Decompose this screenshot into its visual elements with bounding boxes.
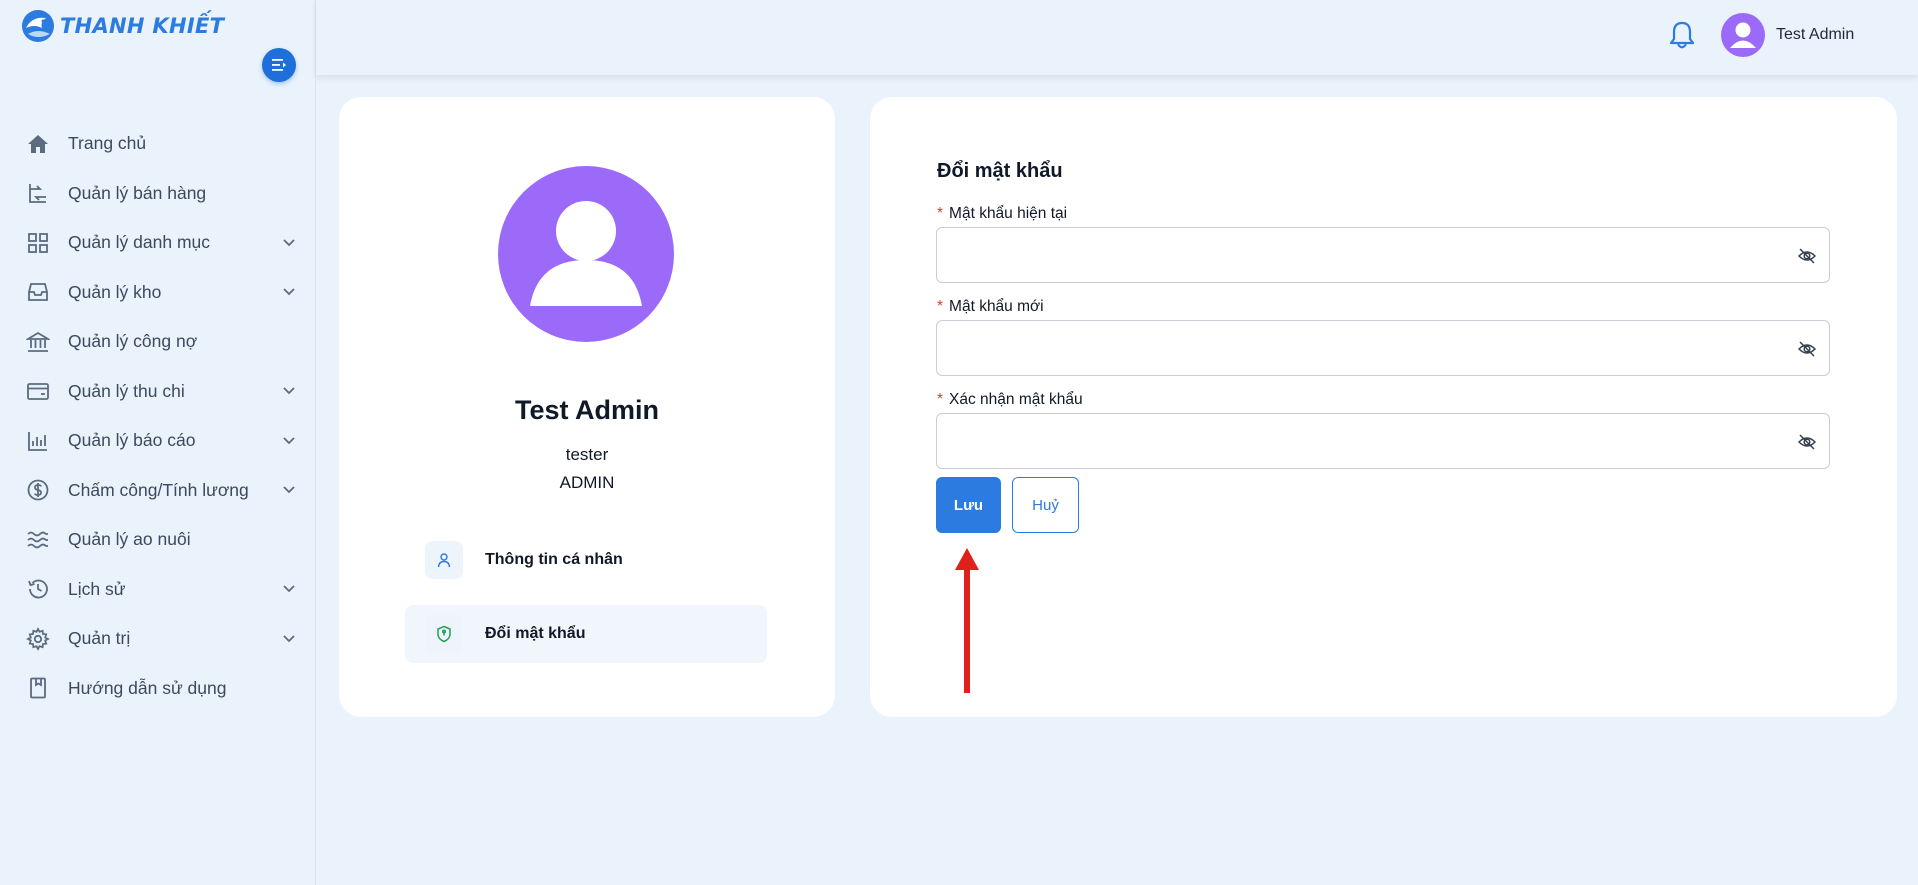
sidebar-item-payroll[interactable]: Chấm công/Tính lương xyxy=(0,466,316,516)
chevron-down-icon xyxy=(282,483,296,497)
user-avatar-icon xyxy=(530,201,642,306)
profile-menu-personal-info[interactable]: Thông tin cá nhân xyxy=(405,531,767,589)
grid-icon xyxy=(26,231,50,255)
sidebar-item-label: Quản trị xyxy=(68,628,131,649)
notification-bell-icon[interactable] xyxy=(1668,20,1696,50)
wallet-icon xyxy=(26,379,50,403)
inbox-icon xyxy=(26,280,50,304)
user-avatar-icon xyxy=(1730,22,1756,48)
save-button[interactable]: Lưu xyxy=(936,477,1001,533)
cancel-button[interactable]: Huỷ xyxy=(1012,477,1079,533)
field-label-text: Xác nhận mật khẩu xyxy=(949,391,1083,408)
sidebar-item-income-expense[interactable]: Quản lý thu chi xyxy=(0,367,316,417)
required-asterisk: * xyxy=(937,391,944,408)
history-icon xyxy=(26,577,50,601)
new-password-label: * Mật khẩu mới xyxy=(937,298,1044,316)
confirm-password-label: * Xác nhận mật khẩu xyxy=(937,391,1083,409)
profile-avatar xyxy=(498,166,674,342)
sidebar: THANH KHIẾT Trang chủ Quản lý bán hàng Q… xyxy=(0,0,316,885)
sidebar-item-history[interactable]: Lịch sử xyxy=(0,565,316,615)
home-icon xyxy=(26,132,50,156)
menu-collapse-icon xyxy=(272,59,286,71)
sidebar-item-label: Lịch sử xyxy=(68,578,126,599)
header-avatar[interactable] xyxy=(1721,13,1765,57)
chevron-down-icon xyxy=(282,236,296,250)
profile-username: tester xyxy=(565,445,609,464)
sidebar-item-sales[interactable]: Quản lý bán hàng xyxy=(0,169,316,219)
profile-role: ADMIN xyxy=(559,473,615,492)
sidebar-item-guide[interactable]: Hướng dẫn sử dụng xyxy=(0,664,316,714)
change-password-card: Đổi mật khẩu * Mật khẩu hiện tại * Mật khẩ… xyxy=(870,97,1897,717)
new-password-input[interactable] xyxy=(937,321,1777,375)
brand-name: THANH KHIẾT xyxy=(60,14,225,38)
eye-off-icon[interactable] xyxy=(1797,246,1817,266)
red-annotation-arrow-icon xyxy=(955,548,979,693)
gear-icon xyxy=(26,626,50,651)
sidebar-item-home[interactable]: Trang chủ xyxy=(0,119,316,169)
sidebar-nav: Trang chủ Quản lý bán hàng Quản lý danh … xyxy=(0,119,316,713)
eye-off-icon[interactable] xyxy=(1797,432,1817,452)
user-icon xyxy=(425,541,463,579)
waves-icon xyxy=(26,528,50,552)
current-password-input[interactable] xyxy=(937,228,1777,282)
current-password-field[interactable] xyxy=(936,227,1830,283)
sidebar-item-label: Quản lý bán hàng xyxy=(68,182,207,203)
profile-menu-label: Thông tin cá nhân xyxy=(485,551,623,568)
sidebar-item-label: Quản lý ao nuôi xyxy=(68,529,191,550)
new-password-field[interactable] xyxy=(936,320,1830,376)
chevron-down-icon xyxy=(282,434,296,448)
confirm-password-field[interactable] xyxy=(936,413,1830,469)
sidebar-item-ponds[interactable]: Quản lý ao nuôi xyxy=(0,515,316,565)
profile-name: Test Admin xyxy=(514,395,659,425)
sidebar-item-warehouse[interactable]: Quản lý kho xyxy=(0,268,316,318)
chevron-down-icon xyxy=(282,632,296,646)
field-label-text: Mật khẩu mới xyxy=(949,298,1044,315)
bar-chart-icon xyxy=(26,429,50,453)
sales-icon xyxy=(26,181,50,205)
required-asterisk: * xyxy=(937,298,944,315)
sidebar-item-categories[interactable]: Quản lý danh mục xyxy=(0,218,316,268)
confirm-password-input[interactable] xyxy=(937,414,1777,468)
sidebar-collapse-button[interactable] xyxy=(262,48,296,82)
book-icon xyxy=(26,676,50,700)
chevron-down-icon xyxy=(282,582,296,596)
sidebar-item-label: Chấm công/Tính lương xyxy=(68,479,249,500)
sidebar-item-label: Quản lý danh mục xyxy=(68,232,211,253)
profile-menu-change-password[interactable]: Đổi mật khẩu xyxy=(405,605,767,663)
sidebar-item-label: Quản lý báo cáo xyxy=(68,430,196,451)
field-label-text: Mật khẩu hiện tại xyxy=(949,205,1068,222)
profile-card: Test Admin tester ADMIN Thông tin cá nhâ… xyxy=(339,97,835,717)
sidebar-item-reports[interactable]: Quản lý báo cáo xyxy=(0,416,316,466)
profile-menu-label: Đổi mật khẩu xyxy=(485,625,586,642)
sidebar-item-label: Trang chủ xyxy=(68,133,147,154)
current-password-label: * Mật khẩu hiện tại xyxy=(937,205,1067,223)
sidebar-item-label: Quản lý công nợ xyxy=(68,331,198,352)
sidebar-item-admin[interactable]: Quản trị xyxy=(0,614,316,664)
brand-logo[interactable]: THANH KHIẾT xyxy=(20,8,224,44)
bank-icon xyxy=(26,330,50,354)
required-asterisk: * xyxy=(937,205,944,222)
eye-off-icon[interactable] xyxy=(1797,339,1817,359)
sidebar-item-label: Quản lý thu chi xyxy=(68,380,185,401)
shield-icon xyxy=(425,615,463,653)
form-title: Đổi mật khẩu xyxy=(937,160,1063,182)
chevron-down-icon xyxy=(282,285,296,299)
dollar-icon xyxy=(26,478,50,502)
header-user-name[interactable]: Test Admin xyxy=(1776,26,1854,44)
sidebar-item-label: Hướng dẫn sử dụng xyxy=(68,677,227,698)
fish-logo-icon xyxy=(22,10,54,42)
sidebar-item-label: Quản lý kho xyxy=(68,281,162,302)
chevron-down-icon xyxy=(282,384,296,398)
sidebar-item-debts[interactable]: Quản lý công nợ xyxy=(0,317,316,367)
